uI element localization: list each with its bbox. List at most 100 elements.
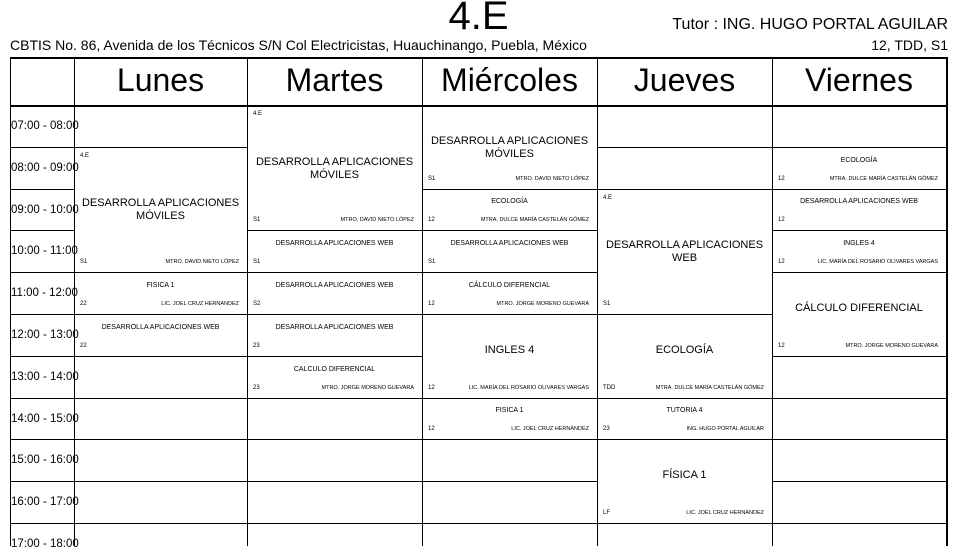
row-divider: [772, 481, 946, 483]
time-slot-label: 16:00 - 17:00: [11, 496, 79, 509]
row-divider: [772, 397, 946, 399]
class-subject: CÁLCULO DIFERENCIAL: [795, 301, 923, 314]
class-subject: ECOLOGÍA: [840, 156, 878, 164]
class-teacher: LIC. JOEL CRUZ HERNANDEZ: [511, 426, 589, 433]
class-teacher: MTRO. JORGE MORENO GUEVARA: [321, 384, 415, 391]
class-cell[interactable]: CÁLCULO DIFERENCIAL 12 MTRO. JORGE MORENO …: [422, 272, 597, 314]
class-room: LF: [603, 509, 611, 516]
class-cell[interactable]: 4.E DESARROLLA APLICACIONES WEB S1: [597, 189, 772, 314]
class-subject: DESARROLLA APLICACIONES WEB: [800, 198, 918, 206]
class-cell[interactable]: DESARROLLA APLICACIONES WEB 22: [74, 314, 247, 356]
class-cell[interactable]: CALCULO DIFERENCIAL 23 MTRO. JORGE MORENO …: [247, 356, 422, 398]
class-cell[interactable]: DESARROLLA APLICACIONES MÓVILES S1 MTRO. D…: [422, 105, 597, 189]
class-teacher: MTRO. JORGE MORENO GUEVARA: [845, 342, 939, 349]
class-cell[interactable]: ECOLOGÍA 12 MTRA. DULCE MARÍA CASTELÁN GÓM…: [422, 189, 597, 231]
day-header: Martes: [285, 62, 384, 98]
row-divider: [422, 439, 597, 441]
class-subject: ECOLOGÍA: [491, 198, 528, 206]
day-header: Miércoles: [441, 62, 578, 98]
class-group: 4.E: [253, 111, 263, 117]
class-room: 12: [428, 217, 435, 224]
row-divider: [10, 523, 74, 524]
time-slot-label: 11:00 - 12:00: [11, 287, 78, 300]
class-cell[interactable]: DESARROLLA APLICACIONES WEB S2: [247, 272, 422, 314]
day-header: Jueves: [633, 62, 736, 98]
class-subject: FISICA 1: [495, 407, 524, 415]
class-subject: DESARROLLA APLICACIONES WEB: [275, 240, 394, 248]
class-teacher: LIC. MARÍA DEL ROSARIO OLIVARES VARGAS: [817, 259, 938, 266]
class-cell[interactable]: 4.E DESARROLLA APLICACIONES MÓVILES S1 MTRO…: [247, 105, 422, 230]
class-group: 4.E: [603, 194, 613, 201]
row-divider: [597, 523, 772, 524]
time-slot-label: 13:00 - 14:00: [11, 370, 79, 383]
class-cell[interactable]: DESARROLLA APLICACIONES WEB S1: [422, 230, 597, 272]
class-group: 4.E: [80, 152, 90, 159]
class-teacher: MTRO. JORGE MORENO GUEVARA: [496, 300, 590, 307]
class-subject: DESARROLLA APLICACIONES MÓVILES: [255, 155, 414, 181]
class-room: 12: [428, 384, 435, 391]
class-teacher: MTRA. DULCE MARÍA CASTELÁN GÓMEZ: [655, 384, 764, 391]
row-divider: [10, 314, 74, 315]
class-cell[interactable]: FISICA 1 12 LIC. JOEL CRUZ HERNANDEZ: [422, 398, 597, 440]
row-divider: [247, 523, 422, 524]
class-room: 12: [778, 342, 785, 349]
class-cell[interactable]: ECOLOGÍA TDD MTRA. DULCE MARÍA CASTELÁN GÓ…: [597, 314, 772, 398]
class-cell[interactable]: CÁLCULO DIFERENCIAL 12 MTRO. JORGE MORENO …: [772, 272, 946, 356]
row-divider: [247, 481, 422, 483]
class-subject: DESARROLLA APLICACIONES MÓVILES: [81, 197, 240, 223]
row-divider: [772, 439, 946, 441]
row-divider: [74, 481, 247, 483]
class-room: TDD: [603, 384, 616, 391]
class-subject: ECOLOGÍA: [655, 343, 714, 356]
class-teacher: MTRA. DULCE MARÍA CASTELÁN GÓMEZ: [480, 217, 589, 224]
time-slot-label: 10:00 - 11:00: [11, 245, 78, 258]
class-room: 22: [80, 300, 87, 307]
class-teacher: MTRO. DAVID NIETO LÓPEZ: [515, 175, 589, 182]
class-teacher: LIC. JOEL CRUZ HERNANDEZ: [161, 300, 239, 307]
time-slot-label: 17:00 - 18:00: [11, 538, 79, 550]
row-divider: [10, 272, 74, 274]
class-cell[interactable]: ECOLOGÍA 12 MTRA. DULCE MARÍA CASTELÁN GÓM…: [772, 147, 946, 189]
table-right-border: [946, 57, 948, 546]
time-slot-label: 08:00 - 09:00: [11, 161, 79, 174]
class-cell[interactable]: DESARROLLA APLICACIONES WEB 23: [247, 314, 422, 356]
class-cell[interactable]: 4.E DESARROLLA APLICACIONES MÓVILES S1 MTRO…: [74, 147, 247, 272]
class-room: S1: [253, 217, 261, 224]
class-subject: DESARROLLA APLICACIONES MÓVILES: [430, 134, 589, 160]
class-subject: INGLES 4: [484, 343, 535, 356]
time-slot-label: 07:00 - 08:00: [11, 120, 79, 132]
class-cell[interactable]: TUTORIA 4 23 ING. HUGO PORTAL AGUILAR: [597, 398, 772, 440]
class-cell[interactable]: DESARROLLA APLICACIONES WEB S1: [247, 230, 422, 272]
row-divider: [10, 188, 74, 190]
class-subject: DESARROLLA APLICACIONES WEB: [275, 323, 394, 331]
class-room: 12: [428, 426, 435, 433]
class-teacher: MTRA. DULCE MARÍA CASTELÁN GÓMEZ: [829, 175, 938, 182]
class-cell[interactable]: INGLES 4 12 LIC. MARÍA DEL ROSARIO OLIVARE…: [422, 314, 597, 398]
row-divider: [10, 439, 74, 441]
class-subject: DESARROLLA APLICACIONES WEB: [101, 323, 220, 331]
class-subject: FISICA 1: [146, 282, 175, 290]
class-room: S1: [428, 259, 436, 266]
row-divider: [10, 355, 74, 357]
row-divider: [772, 523, 946, 524]
class-teacher: ING. HUGO PORTAL AGUILAR: [686, 426, 764, 433]
time-slot-label: 09:00 - 10:00: [11, 203, 79, 216]
class-cell[interactable]: FÍSICA 1 LF LIC. JOEL CRUZ HERNANDEZ: [597, 439, 772, 523]
class-room: S1: [603, 300, 611, 307]
class-cell[interactable]: FISICA 1 22 LIC. JOEL CRUZ HERNANDEZ: [74, 272, 247, 314]
class-cell[interactable]: INGLES 4 12 LIC. MARÍA DEL ROSARIO OLIVARE…: [772, 230, 946, 272]
time-slot-label: 14:00 - 15:00: [11, 412, 79, 425]
class-room: S1: [80, 259, 88, 266]
class-subject: DESARROLLA APLICACIONES WEB: [275, 282, 394, 290]
row-divider: [74, 355, 247, 357]
row-divider: [10, 481, 74, 483]
class-subject: CÁLCULO DIFERENCIAL: [468, 282, 551, 290]
row-divider: [597, 146, 772, 148]
schedule-grid: Lunes Martes Miércoles Jueves Viernes 07:00 -…: [0, 0, 957, 550]
row-divider: [10, 230, 74, 232]
class-cell[interactable]: DESARROLLA APLICACIONES WEB 12: [772, 189, 946, 231]
class-room: 12: [428, 300, 435, 307]
row-divider: [10, 397, 74, 399]
row-divider: [247, 439, 422, 441]
class-room: S1: [253, 259, 261, 266]
